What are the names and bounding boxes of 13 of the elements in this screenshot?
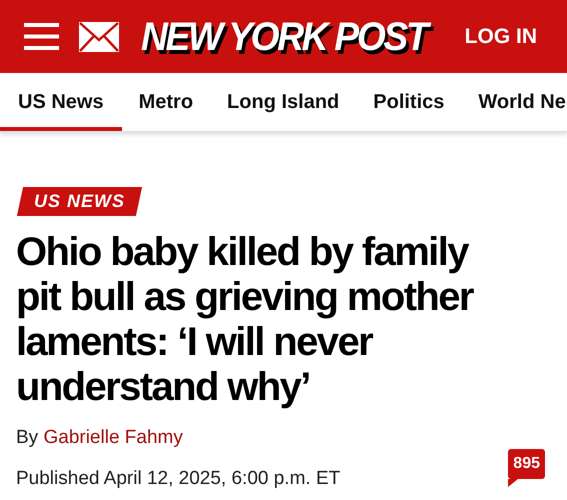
nav-tab[interactable]: Metro <box>122 73 210 131</box>
section-tag[interactable]: US NEWS <box>16 187 142 216</box>
nav-tab[interactable]: World Ne <box>461 73 567 131</box>
author-link[interactable]: Gabrielle Fahmy <box>43 427 183 448</box>
publish-date: Published April 12, 2025, 6:00 p.m. ET <box>16 466 342 490</box>
article-headline: Ohio baby killed by family pit bull as grieving mother laments: ‘I will never understand why’ <box>16 230 474 410</box>
byline-label: By <box>16 427 38 448</box>
menu-icon[interactable] <box>24 22 59 51</box>
login-button[interactable]: LOG IN <box>464 20 537 52</box>
mail-icon[interactable] <box>79 22 119 52</box>
nav-tab[interactable]: Politics <box>356 73 462 131</box>
nav-tab[interactable]: US News <box>0 73 122 131</box>
nav-tab[interactable]: Long Island <box>210 73 356 131</box>
